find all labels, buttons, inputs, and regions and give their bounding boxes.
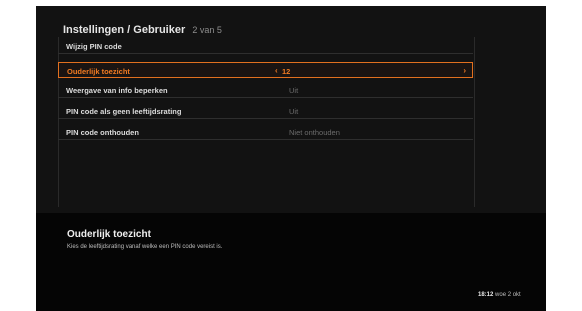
- clock-time: 18:12: [478, 292, 494, 298]
- settings-row-label: PIN code als geen leeftijdsrating: [66, 107, 182, 116]
- settings-row-change-pin[interactable]: Wijzig PIN code: [58, 38, 473, 54]
- page-counter: 2 van 5: [192, 25, 222, 35]
- chevron-right-icon[interactable]: ›: [463, 66, 466, 75]
- clock-date: woe 2 okt: [495, 292, 521, 298]
- settings-row-label: Ouderlijk toezicht: [67, 67, 130, 76]
- settings-row-label: Wijzig PIN code: [66, 42, 122, 51]
- description-title: Ouderlijk toezicht: [67, 229, 151, 240]
- settings-row-parental-control[interactable]: Ouderlijk toezicht ‹ 12 ›: [58, 62, 473, 78]
- page-title: Instellingen / Gebruiker 2 van 5: [63, 24, 222, 36]
- settings-row-label: PIN code onthouden: [66, 128, 139, 137]
- settings-row-value: 12: [282, 67, 291, 76]
- settings-row-label: Weergave van info beperken: [66, 86, 168, 95]
- settings-row-value: Uit: [289, 107, 299, 116]
- info-footer: [36, 213, 546, 311]
- settings-row-value: Uit: [289, 86, 299, 95]
- settings-row-value: Niet onthouden: [289, 128, 340, 137]
- status-clock: 18:12 woe 2 okt: [478, 292, 521, 298]
- description-text: Kies de leeftijdsrating vanaf welke een …: [67, 244, 223, 250]
- settings-row-pin-no-rating[interactable]: PIN code als geen leeftijdsrating Uit: [58, 103, 473, 119]
- settings-row-remember-pin[interactable]: PIN code onthouden Niet onthouden: [58, 124, 473, 140]
- settings-row-restrict-info[interactable]: Weergave van info beperken Uit: [58, 82, 473, 98]
- chevron-left-icon[interactable]: ‹: [275, 66, 278, 75]
- page-title-text: Instellingen / Gebruiker: [63, 24, 186, 36]
